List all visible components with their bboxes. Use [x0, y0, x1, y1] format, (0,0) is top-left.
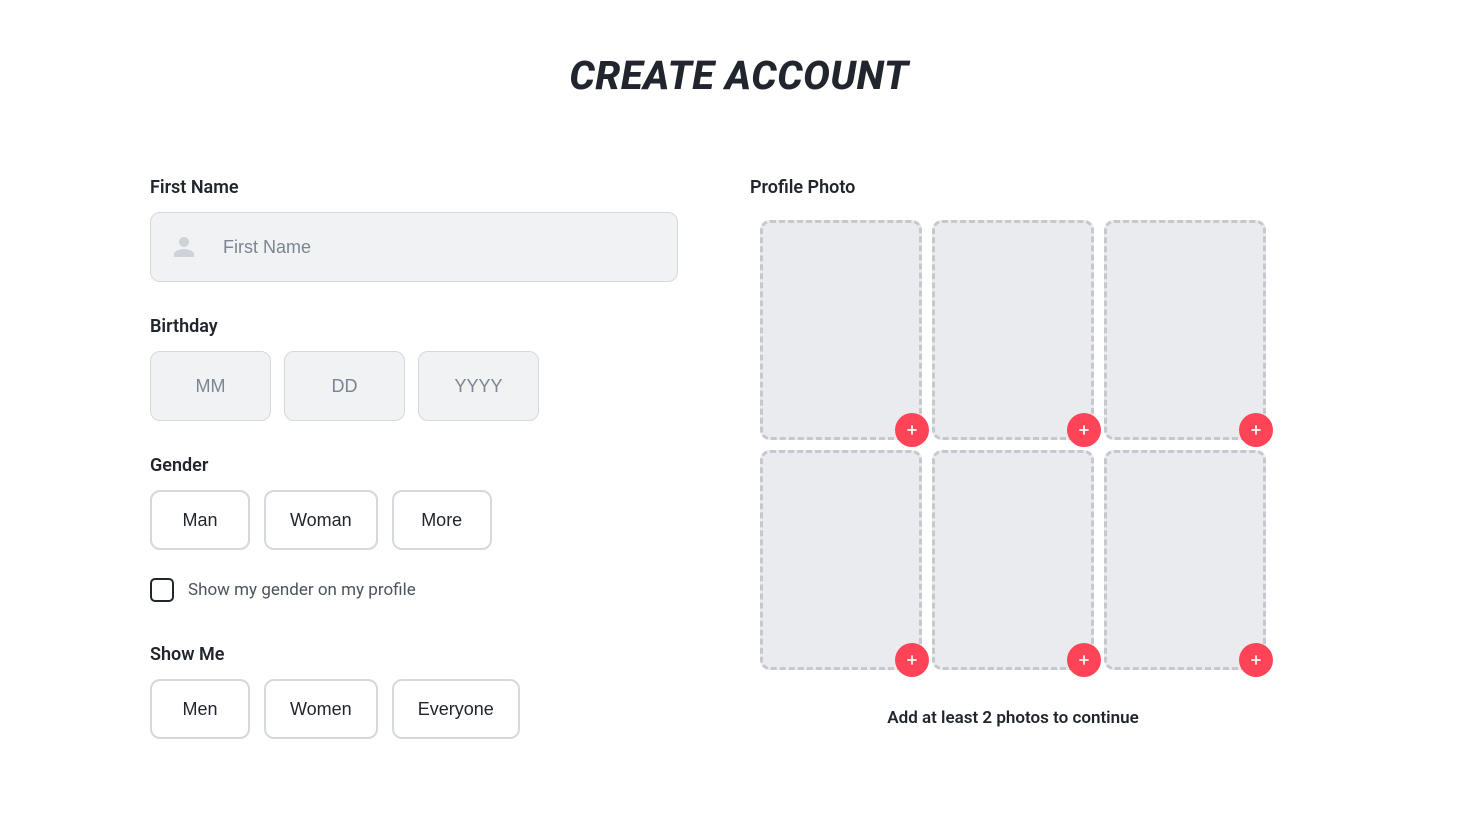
first-name-input[interactable]	[150, 212, 678, 282]
photo-slot-5[interactable]	[932, 450, 1094, 670]
showme-option-men[interactable]: Men	[150, 679, 250, 739]
plus-icon	[1248, 652, 1264, 668]
gender-label: Gender	[150, 455, 678, 476]
show-me-section: Show Me Men Women Everyone	[150, 644, 678, 739]
show-gender-label: Show my gender on my profile	[188, 580, 416, 600]
show-gender-row: Show my gender on my profile	[150, 578, 678, 602]
birthday-section: Birthday	[150, 316, 678, 421]
plus-icon	[1248, 422, 1264, 438]
show-me-options: Men Women Everyone	[150, 679, 678, 739]
first-name-section: First Name	[150, 177, 678, 282]
showme-option-women[interactable]: Women	[264, 679, 378, 739]
add-photo-button-4[interactable]	[895, 643, 929, 677]
left-column: First Name Birthday Gender Man Woman Mor…	[150, 177, 678, 767]
add-photo-button-2[interactable]	[1067, 413, 1101, 447]
photo-slot-6[interactable]	[1104, 450, 1266, 670]
add-photo-button-1[interactable]	[895, 413, 929, 447]
add-photo-button-6[interactable]	[1239, 643, 1273, 677]
birthday-label: Birthday	[150, 316, 678, 337]
plus-icon	[1076, 422, 1092, 438]
gender-section: Gender Man Woman More Show my gender on …	[150, 455, 678, 602]
photo-slot-3[interactable]	[1104, 220, 1266, 440]
show-me-label: Show Me	[150, 644, 678, 665]
photo-slot-4[interactable]	[760, 450, 922, 670]
first-name-wrapper	[150, 212, 678, 282]
photo-grid	[760, 220, 1328, 670]
photo-slot-2[interactable]	[932, 220, 1094, 440]
birthday-row	[150, 351, 678, 421]
birthday-year-input[interactable]	[418, 351, 539, 421]
add-photo-button-5[interactable]	[1067, 643, 1101, 677]
page-title: CREATE ACCOUNT	[0, 52, 1478, 99]
photo-slot-1[interactable]	[760, 220, 922, 440]
form-container: First Name Birthday Gender Man Woman Mor…	[0, 177, 1478, 767]
showme-option-everyone[interactable]: Everyone	[392, 679, 520, 739]
photo-hint: Add at least 2 photos to continue	[760, 708, 1266, 728]
gender-option-more[interactable]: More	[392, 490, 492, 550]
person-icon	[172, 235, 196, 259]
plus-icon	[904, 422, 920, 438]
right-column: Profile Photo	[750, 177, 1328, 767]
plus-icon	[904, 652, 920, 668]
gender-options: Man Woman More	[150, 490, 678, 550]
birthday-day-input[interactable]	[284, 351, 405, 421]
plus-icon	[1076, 652, 1092, 668]
add-photo-button-3[interactable]	[1239, 413, 1273, 447]
birthday-month-input[interactable]	[150, 351, 271, 421]
show-gender-checkbox[interactable]	[150, 578, 174, 602]
gender-option-man[interactable]: Man	[150, 490, 250, 550]
first-name-label: First Name	[150, 177, 678, 198]
profile-photo-label: Profile Photo	[750, 177, 1328, 198]
gender-option-woman[interactable]: Woman	[264, 490, 378, 550]
